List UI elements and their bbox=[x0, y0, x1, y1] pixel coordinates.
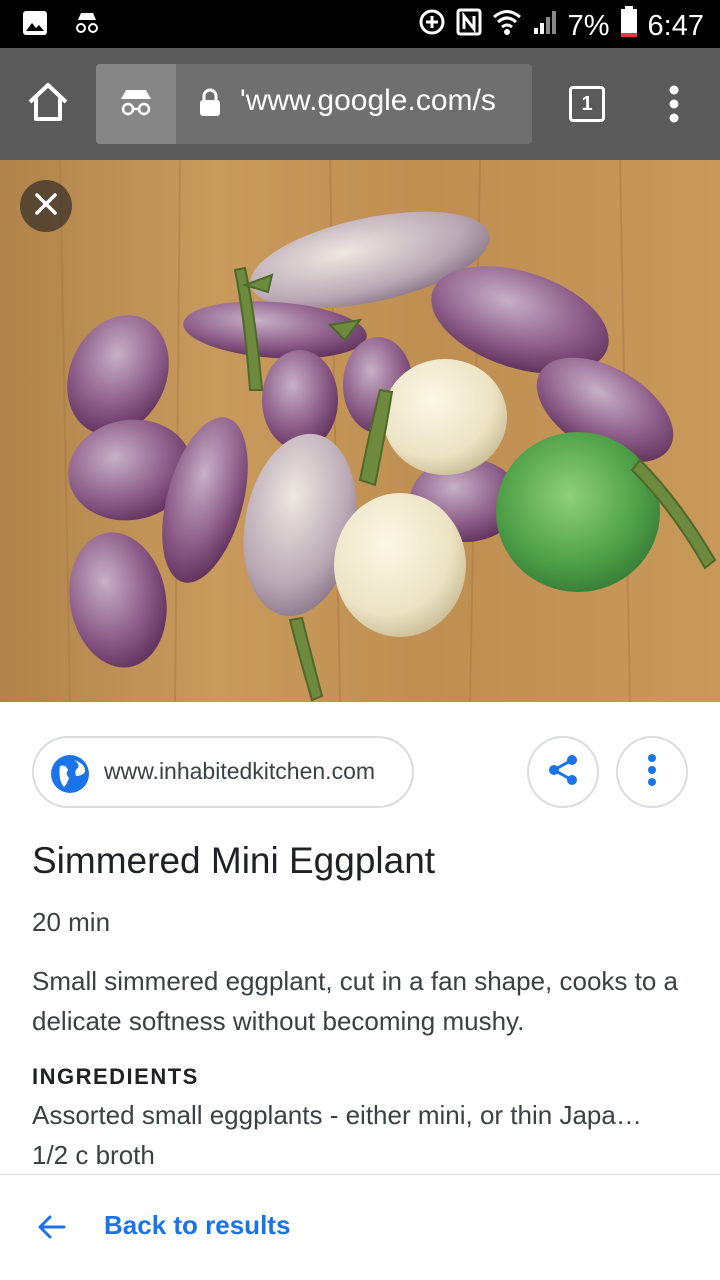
battery-icon bbox=[620, 6, 638, 46]
signal-icon bbox=[532, 8, 558, 44]
arrow-back-icon bbox=[36, 1211, 68, 1248]
battery-level: 7% bbox=[567, 9, 610, 42]
ingredients-heading: INGREDIENTS bbox=[32, 1064, 199, 1089]
nfc-icon bbox=[456, 8, 482, 44]
url-text[interactable]: 'www.google.com/s bbox=[240, 84, 530, 124]
data-saver-icon bbox=[418, 8, 446, 44]
omnibox[interactable]: 'www.google.com/s bbox=[96, 64, 532, 144]
gallery-icon bbox=[22, 10, 48, 41]
tab-switcher-button[interactable]: 1 bbox=[569, 86, 605, 122]
back-to-results-label: Back to results bbox=[104, 1210, 291, 1240]
home-button[interactable] bbox=[26, 80, 70, 124]
lock-icon bbox=[198, 88, 222, 123]
globe-icon bbox=[50, 754, 90, 799]
browser-toolbar: 'www.google.com/s 1 bbox=[0, 48, 720, 160]
back-to-results-button[interactable]: Back to results bbox=[0, 1175, 720, 1280]
recipe-description: Small simmered eggplant, cut in a fan sh… bbox=[32, 966, 679, 1036]
ingredient-item: Assorted small eggplants - either mini, … bbox=[32, 1100, 642, 1130]
recipe-image bbox=[0, 160, 720, 702]
incognito-badge bbox=[96, 64, 176, 144]
close-icon bbox=[33, 191, 59, 222]
recipe-duration: 20 min bbox=[32, 907, 111, 937]
browser-menu-button[interactable] bbox=[660, 84, 688, 124]
incognito-icon bbox=[74, 10, 100, 41]
incognito-icon bbox=[118, 87, 154, 122]
wifi-icon bbox=[492, 8, 522, 44]
ingredient-item: 1/2 c broth bbox=[32, 1140, 155, 1170]
status-bar: 7% 6:47 bbox=[0, 0, 720, 48]
source-link[interactable]: www.inhabitedkitchen.com bbox=[32, 736, 414, 808]
more-options-button[interactable] bbox=[616, 736, 688, 808]
source-url: www.inhabitedkitchen.com bbox=[104, 758, 376, 784]
share-icon bbox=[546, 753, 580, 792]
recipe-title: Simmered Mini Eggplant bbox=[32, 840, 436, 881]
more-vert-icon bbox=[646, 753, 658, 792]
more-vert-icon bbox=[660, 85, 688, 128]
home-icon bbox=[26, 83, 70, 128]
close-button[interactable] bbox=[20, 180, 72, 232]
share-button[interactable] bbox=[527, 736, 599, 808]
clock: 6:47 bbox=[647, 9, 704, 42]
